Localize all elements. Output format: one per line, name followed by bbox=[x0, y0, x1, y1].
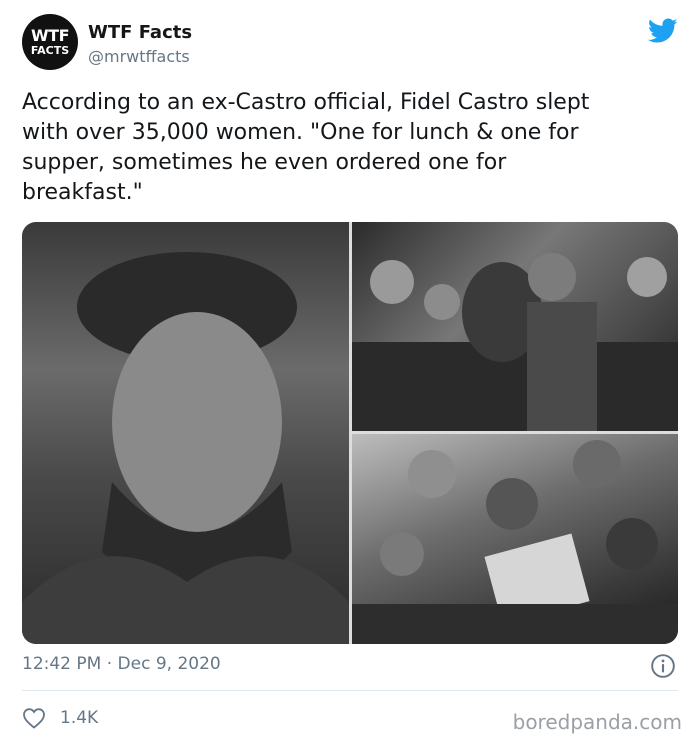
photo-group[interactable] bbox=[352, 434, 678, 644]
group-illustration bbox=[352, 440, 678, 644]
tweet-header: WTF FACTS WTF Facts @mrwtffacts bbox=[22, 14, 682, 74]
info-icon[interactable] bbox=[650, 653, 676, 679]
avatar-text-bottom: FACTS bbox=[30, 44, 70, 57]
like-button[interactable]: 1.4K bbox=[22, 706, 98, 730]
avatar[interactable]: WTF FACTS bbox=[22, 14, 78, 70]
author-handle[interactable]: @mrwtffacts bbox=[88, 47, 190, 66]
photo-embrace[interactable] bbox=[352, 222, 678, 431]
avatar-text-top: WTF bbox=[31, 26, 70, 45]
embrace-illustration bbox=[352, 253, 678, 431]
portrait-illustration bbox=[22, 252, 349, 644]
twitter-bird-icon[interactable] bbox=[648, 18, 678, 44]
photo-portrait[interactable] bbox=[22, 222, 349, 644]
heart-icon[interactable] bbox=[22, 707, 46, 729]
media-grid[interactable] bbox=[22, 222, 678, 644]
like-count: 1.4K bbox=[60, 708, 99, 728]
divider bbox=[22, 690, 678, 691]
tweet-text: According to an ex-Castro official, Fide… bbox=[22, 90, 590, 205]
watermark: boredpanda.com bbox=[512, 710, 682, 734]
author-display-name[interactable]: WTF Facts bbox=[88, 22, 192, 43]
tweet-timestamp[interactable]: 12:42 PM · Dec 9, 2020 bbox=[22, 654, 221, 674]
